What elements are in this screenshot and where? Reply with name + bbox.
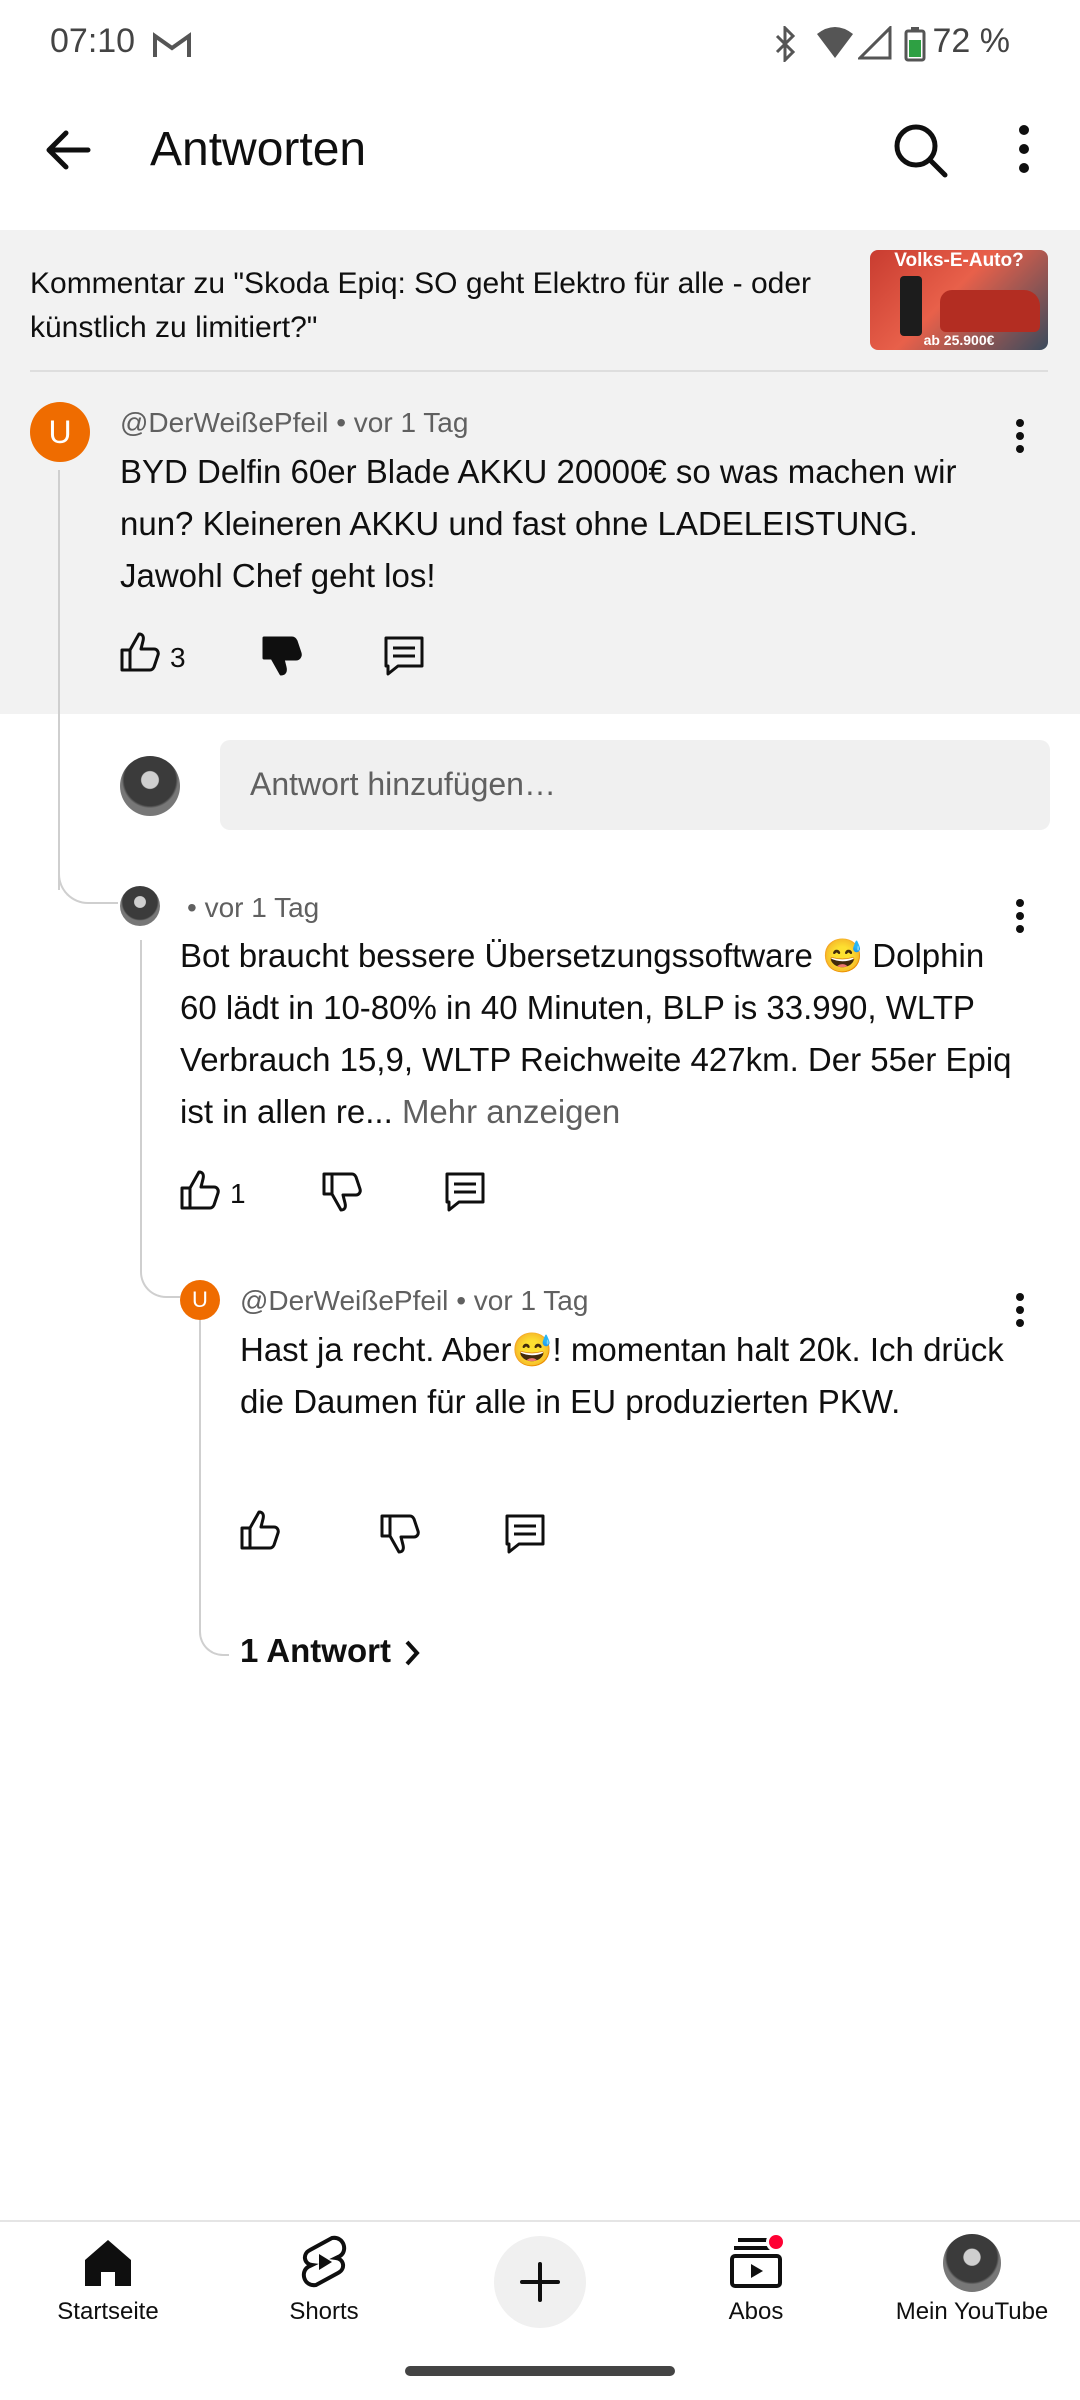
comment-time: • vor 1 Tag (456, 1285, 589, 1316)
divider (30, 370, 1048, 372)
shorts-icon (298, 2232, 350, 2292)
comment-meta: • vor 1 Tag (187, 892, 319, 924)
more-replies-label: 1 Antwort (240, 1632, 391, 1669)
reply-icon[interactable] (503, 1512, 547, 1556)
comment-text: Bot braucht bessere Übersetzungssoftware… (180, 930, 1020, 1138)
gesture-bar[interactable] (405, 2366, 675, 2376)
thread-connector (199, 1610, 229, 1656)
dislike-button[interactable] (260, 634, 304, 678)
status-time: 07:10 (50, 22, 136, 60)
context-description[interactable]: Kommentar zu "Skoda Epiq: SO geht Elektr… (30, 262, 850, 350)
reply-icon[interactable] (443, 1170, 487, 1214)
thread-connector (58, 860, 118, 904)
home-icon (81, 2236, 135, 2290)
like-button[interactable] (178, 1168, 222, 1212)
nav-label: Shorts (289, 2298, 359, 2325)
video-thumbnail[interactable]: Volks-E-Auto? ab 25.900€ (870, 250, 1048, 350)
reply-input[interactable]: Antwort hinzufügen… (220, 740, 1050, 830)
nav-label: Startseite (57, 2298, 159, 2325)
comment-author[interactable]: @DerWeißePfeil (120, 407, 328, 438)
comment-text: Hast ja recht. Aber😅! momentan halt 20k.… (240, 1331, 1004, 1420)
more-options-icon[interactable] (1014, 124, 1034, 174)
nav-label: Mein YouTube (895, 2298, 1049, 2325)
notification-dot (766, 2232, 786, 2252)
chevron-right-icon (402, 1638, 422, 1668)
avatar[interactable]: U (180, 1280, 220, 1320)
create-button[interactable] (494, 2236, 586, 2328)
show-more-link[interactable]: Mehr anzeigen (402, 1093, 620, 1130)
reply-icon[interactable] (382, 634, 426, 678)
comment-time: • vor 1 Tag (336, 407, 469, 438)
dislike-button[interactable] (320, 1170, 364, 1214)
nav-item-subscriptions[interactable]: Abos (648, 2222, 864, 2342)
thumbnail-car (940, 290, 1040, 332)
thread-line (199, 1320, 201, 1620)
comment-author[interactable]: @DerWeißePfeil (240, 1285, 448, 1316)
thread-line (58, 470, 60, 890)
nav-item-home[interactable]: Startseite (0, 2222, 216, 2342)
nav-item-profile[interactable]: Mein YouTube (864, 2222, 1080, 2342)
avatar[interactable] (120, 886, 160, 926)
wifi-icon (815, 26, 855, 60)
avatar[interactable]: U (30, 402, 90, 462)
battery-level: 72 % (932, 22, 1011, 60)
signal-icon (858, 26, 892, 60)
avatar (943, 2234, 1001, 2292)
back-button[interactable] (40, 125, 100, 175)
create-icon (518, 2260, 562, 2304)
comment-meta: @DerWeißePfeil • vor 1 Tag (240, 1285, 588, 1317)
dislike-button[interactable] (378, 1512, 422, 1556)
page-title: Antworten (150, 123, 367, 176)
comment-text: BYD Delfin 60er Blade AKKU 20000€ so was… (120, 453, 957, 594)
comment-time: • vor 1 Tag (187, 892, 320, 923)
like-button[interactable] (238, 1508, 282, 1552)
reply-input-placeholder: Antwort hinzufügen… (250, 766, 556, 802)
search-icon[interactable] (892, 122, 950, 180)
avatar (120, 756, 180, 816)
thread-line (140, 940, 142, 1260)
bluetooth-icon (770, 26, 800, 62)
nav-label: Abos (728, 2298, 784, 2325)
more-replies-link[interactable]: 1 Antwort (240, 1632, 391, 1670)
like-button[interactable] (118, 630, 162, 674)
battery-icon (904, 26, 926, 62)
thumbnail-price: ab 25.900€ (923, 332, 995, 348)
thread-connector (140, 1250, 180, 1298)
comment-menu-icon[interactable] (1011, 1292, 1029, 1328)
gmail-icon (152, 30, 192, 60)
comment-meta: @DerWeißePfeil • vor 1 Tag (120, 407, 468, 439)
thumbnail-title: Volks-E-Auto? (894, 250, 1024, 271)
like-count: 3 (170, 642, 186, 673)
like-count: 1 (230, 1178, 246, 1209)
comment-menu-icon[interactable] (1011, 898, 1029, 934)
thumbnail-person (900, 276, 922, 336)
nav-item-shorts[interactable]: Shorts (216, 2222, 432, 2342)
